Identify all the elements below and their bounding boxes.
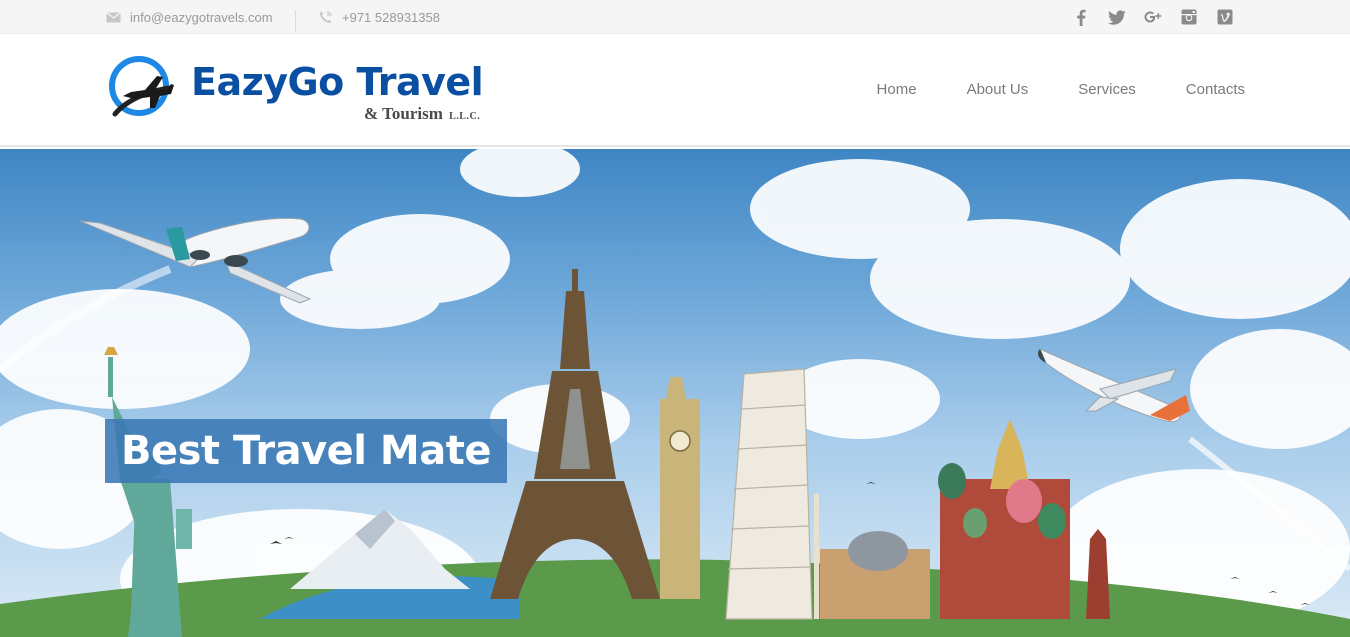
hero-headline: Best Travel Mate bbox=[105, 419, 507, 483]
logo-plane-icon bbox=[109, 56, 174, 117]
phone-icon bbox=[317, 10, 333, 24]
site-header: EazyGo Travel & Tourism L.L.C. Home Abou… bbox=[0, 34, 1350, 147]
envelope-icon bbox=[105, 10, 121, 24]
nav-home[interactable]: Home bbox=[877, 81, 917, 98]
hero-landmarks-image bbox=[0, 149, 1350, 637]
instagram-icon[interactable] bbox=[1180, 8, 1198, 26]
facebook-icon[interactable] bbox=[1072, 8, 1090, 26]
brand-title: EazyGo Travel bbox=[191, 60, 484, 104]
hero-banner: Best Travel Mate bbox=[0, 149, 1350, 637]
contact-email[interactable]: info@eazygotravels.com bbox=[105, 0, 273, 34]
nav-about-us[interactable]: About Us bbox=[967, 81, 1029, 98]
google-plus-icon[interactable] bbox=[1144, 8, 1162, 26]
email-text: info@eazygotravels.com bbox=[130, 9, 273, 25]
nav-services[interactable]: Services bbox=[1078, 81, 1136, 98]
brand-subtitle: & Tourism L.L.C. bbox=[364, 104, 480, 124]
nav-contacts[interactable]: Contacts bbox=[1186, 81, 1245, 98]
contact-phone[interactable]: +971 528931358 bbox=[317, 0, 440, 34]
brand-suffix: L.L.C. bbox=[449, 111, 481, 122]
topbar-divider bbox=[295, 10, 296, 32]
brand-logo[interactable]: EazyGo Travel & Tourism L.L.C. bbox=[105, 56, 490, 128]
vimeo-icon[interactable] bbox=[1216, 8, 1234, 26]
twitter-icon[interactable] bbox=[1108, 8, 1126, 26]
social-links bbox=[1072, 0, 1234, 34]
main-nav: Home About Us Services Contacts bbox=[877, 34, 1245, 145]
brand-subtitle-text: & Tourism bbox=[364, 104, 443, 123]
phone-text: +971 528931358 bbox=[342, 9, 440, 25]
top-bar: info@eazygotravels.com +971 528931358 bbox=[0, 0, 1350, 34]
